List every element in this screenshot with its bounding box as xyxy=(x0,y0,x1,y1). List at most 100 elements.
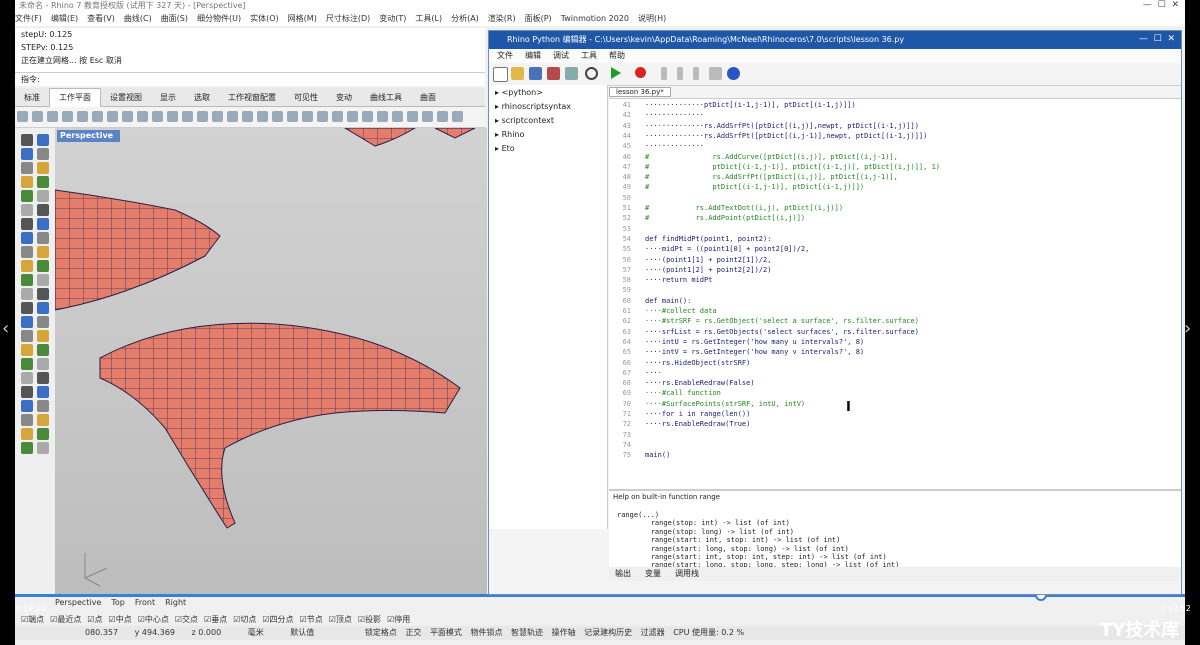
bottom-tab[interactable]: 调用栈 xyxy=(675,569,699,578)
editor-menu-item[interactable]: 帮助 xyxy=(609,51,625,60)
tree-item-eto[interactable]: ▸ Eto xyxy=(495,143,515,155)
left-tool-icon[interactable] xyxy=(21,148,33,160)
tree-item-rhinoscriptsyntax[interactable]: ▸ rhinoscriptsyntax xyxy=(495,101,571,113)
osnap-item[interactable]: ☑中点 xyxy=(109,615,132,624)
left-tool-icon[interactable] xyxy=(37,274,49,286)
code-line[interactable]: ····rs.EnableRedraw(False) xyxy=(645,379,755,387)
tool-icon[interactable] xyxy=(32,111,43,122)
left-tool-icon[interactable] xyxy=(21,386,33,398)
tool-icon[interactable] xyxy=(422,111,433,122)
left-tool-icon[interactable] xyxy=(37,204,49,216)
left-tool-icon[interactable] xyxy=(21,442,33,454)
left-tool-icon[interactable] xyxy=(37,442,49,454)
code-line[interactable]: def findMidPt(point1, point2): xyxy=(645,235,771,243)
command-prompt[interactable]: 指令: xyxy=(15,72,485,86)
left-tool-icon[interactable] xyxy=(21,358,33,370)
tool-icon[interactable] xyxy=(47,111,58,122)
editor-menu-item[interactable]: 编辑 xyxy=(525,51,541,60)
left-tool-icon[interactable] xyxy=(37,400,49,412)
code-line[interactable]: # ptDict[(i-1,j-1)], ptDict[(i-1,j)], pt… xyxy=(645,163,940,171)
stop-icon[interactable] xyxy=(709,67,722,80)
left-tool-icon[interactable] xyxy=(21,134,33,146)
rhino-menu-item[interactable]: 分析(A) xyxy=(451,14,479,23)
rhino-menu-item[interactable]: 细分物件(U) xyxy=(197,14,241,23)
left-tool-icon[interactable] xyxy=(21,190,33,202)
open-folder-icon[interactable] xyxy=(511,67,524,80)
toolbar-tab[interactable]: 曲面 xyxy=(411,89,445,107)
rhino-menu-item[interactable]: 实体(O) xyxy=(250,14,279,23)
left-tool-icon[interactable] xyxy=(21,288,33,300)
bottom-tab[interactable]: 输出 xyxy=(615,569,631,578)
code-area[interactable]: 41 ··············ptDict[(i-1,j-1)], ptDic… xyxy=(609,98,1181,489)
tool-icon[interactable] xyxy=(62,111,73,122)
code-line[interactable]: ····#collect data xyxy=(645,307,717,315)
view-tab[interactable]: Perspective xyxy=(55,598,101,607)
left-tool-icon[interactable] xyxy=(21,260,33,272)
left-tool-icon[interactable] xyxy=(21,302,33,314)
minimize-icon[interactable]: — xyxy=(1143,0,1152,10)
prev-arrow-icon[interactable]: ‹ xyxy=(2,318,9,339)
left-tool-icon[interactable] xyxy=(37,372,49,384)
toolbar-tab[interactable]: 变动 xyxy=(327,89,361,107)
toolbar-tab[interactable]: 标准 xyxy=(15,89,49,107)
code-line[interactable]: ··············rs.AddSrfPt([ptDict[(i,j-1… xyxy=(645,132,927,140)
rhino-menu-item[interactable]: 曲面(S) xyxy=(161,14,188,23)
left-tool-icon[interactable] xyxy=(37,344,49,356)
code-line[interactable]: ····(point1[1] + point2[1])/2, xyxy=(645,256,771,264)
osnap-item[interactable]: ☑点 xyxy=(87,615,102,624)
tree-item-scriptcontext[interactable]: ▸ scriptcontext xyxy=(495,115,554,127)
rhino-menu-item[interactable]: 面板(P) xyxy=(525,14,552,23)
tool-icon[interactable] xyxy=(452,111,463,122)
rhino-menu-item[interactable]: 曲线(C) xyxy=(124,14,152,23)
toolbar-tab[interactable]: 曲线工具 xyxy=(361,89,411,107)
help-icon[interactable] xyxy=(727,67,740,80)
editor-window-controls[interactable]: — ☐ ✕ xyxy=(1139,34,1175,44)
tool-icon[interactable] xyxy=(167,111,178,122)
code-line[interactable]: # ptDict[(i-1,j-1)], ptDict[(i-1,j)]]) xyxy=(645,183,864,191)
rhino-menu-item[interactable]: 变动(T) xyxy=(379,14,406,23)
left-tool-icon[interactable] xyxy=(21,218,33,230)
view-tab[interactable]: Front xyxy=(135,598,155,607)
code-line[interactable]: ····#call function xyxy=(645,389,721,397)
osnap-item[interactable]: ☑停用 xyxy=(387,615,410,624)
tool-icon[interactable] xyxy=(17,111,28,122)
left-tool-icon[interactable] xyxy=(21,274,33,286)
view-tab[interactable]: Right xyxy=(165,598,186,607)
bottom-tab[interactable]: 变量 xyxy=(645,569,661,578)
code-line[interactable]: ···· xyxy=(645,369,662,377)
toolbar-tab[interactable]: 选取 xyxy=(185,89,219,107)
left-tool-icon[interactable] xyxy=(37,176,49,188)
tool-icon[interactable] xyxy=(287,111,298,122)
tool-icon[interactable] xyxy=(77,111,88,122)
code-line[interactable]: ··············rs.AddSrfPt([ptDict[(i,j)]… xyxy=(645,122,919,130)
maximize-icon[interactable]: ☐ xyxy=(1158,0,1166,10)
code-line[interactable]: ·············· xyxy=(645,142,704,150)
rhino-menu-item[interactable]: 网格(M) xyxy=(288,14,317,23)
left-tool-icon[interactable] xyxy=(21,176,33,188)
left-tool-icon[interactable] xyxy=(21,204,33,216)
record-history[interactable]: 记录建构历史 xyxy=(584,628,632,637)
left-tool-icon[interactable] xyxy=(37,386,49,398)
code-line[interactable]: ····srfList = rs.GetObjects('select surf… xyxy=(645,328,919,336)
code-line[interactable]: # rs.AddPoint(ptDict[(i,j)]) xyxy=(645,214,805,222)
new-file-icon[interactable] xyxy=(493,67,508,82)
gumball[interactable]: 操作轴 xyxy=(552,628,576,637)
osnap-item[interactable]: ☑垂点 xyxy=(204,615,227,624)
tool-icon[interactable] xyxy=(302,111,313,122)
osnap-item[interactable]: ☑端点 xyxy=(21,615,44,624)
left-tool-icon[interactable] xyxy=(21,428,33,440)
left-tool-icon[interactable] xyxy=(37,358,49,370)
left-tool-icon[interactable] xyxy=(37,162,49,174)
code-line[interactable]: ····#SurfacePoints(strSRF, intU, intV) xyxy=(645,400,805,408)
left-tool-icon[interactable] xyxy=(37,148,49,160)
left-tool-icon[interactable] xyxy=(37,428,49,440)
tool-icon[interactable] xyxy=(152,111,163,122)
osnap-item[interactable]: ☑投影 xyxy=(358,615,381,624)
left-tool-icon[interactable] xyxy=(21,246,33,258)
tool-icon[interactable] xyxy=(407,111,418,122)
code-line[interactable]: main() xyxy=(645,451,670,459)
osnap-item[interactable]: ☑顶点 xyxy=(329,615,352,624)
toolbar-tab[interactable]: 工作视窗配置 xyxy=(219,89,285,107)
tool-icon[interactable] xyxy=(347,111,358,122)
code-line[interactable]: # rs.AddTextDot((i,j), ptDict[(i,j)]) xyxy=(645,204,843,212)
